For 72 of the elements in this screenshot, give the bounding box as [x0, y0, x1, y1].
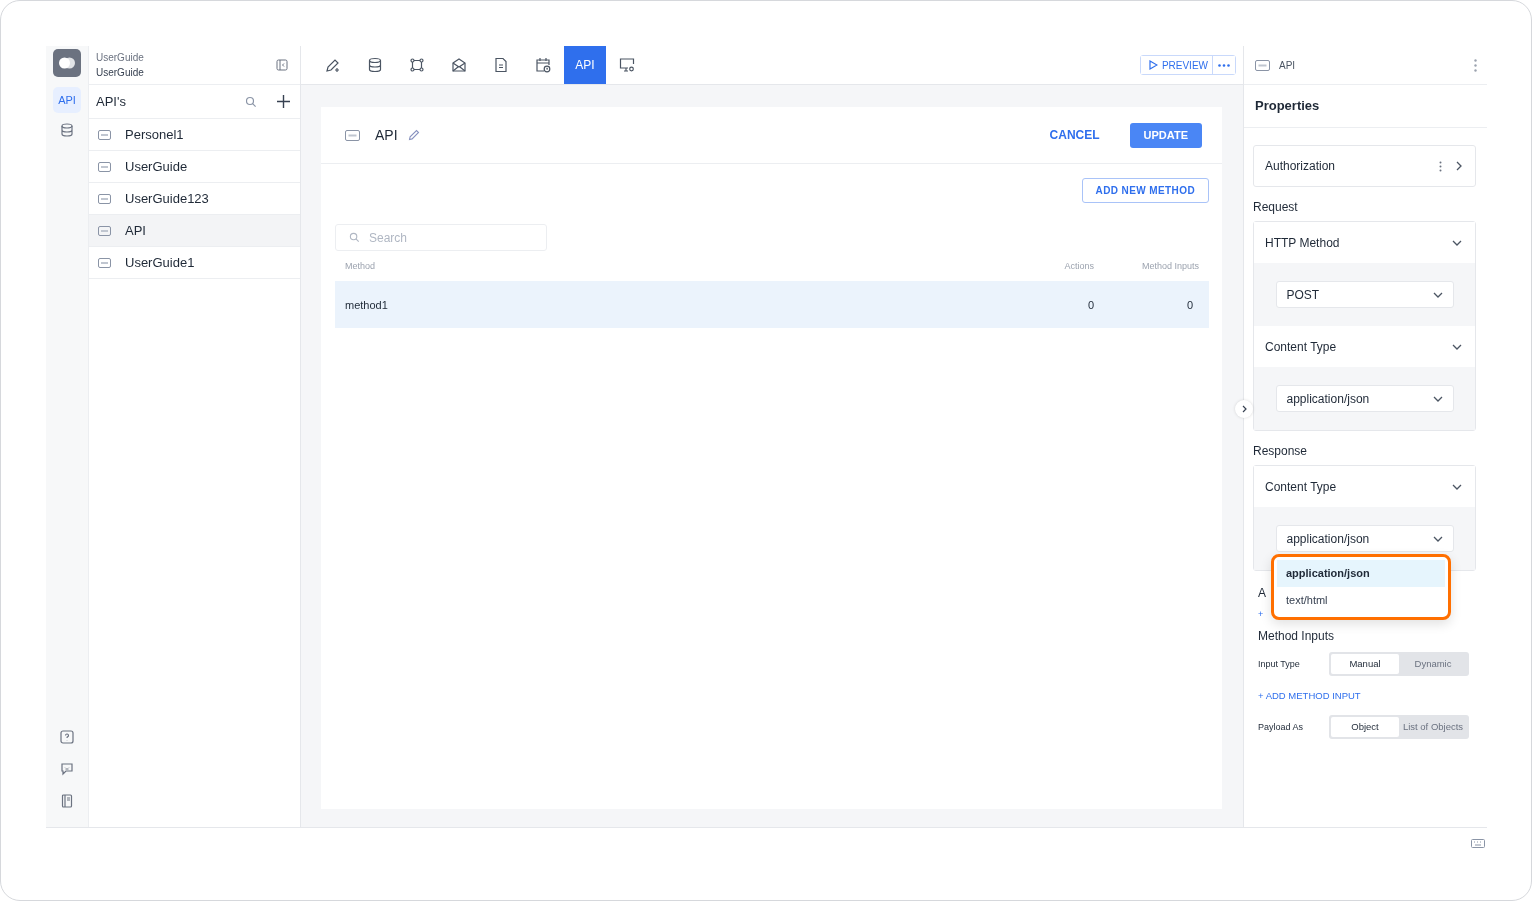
kebab-icon[interactable] [1474, 58, 1477, 72]
keyboard-icon[interactable] [1471, 838, 1485, 848]
select-field[interactable]: POST [1275, 281, 1454, 308]
search-icon [349, 232, 360, 243]
project-title: UserGuide [96, 66, 145, 80]
authorization-card[interactable]: Authorization [1253, 145, 1476, 187]
table-cell-text: 0 [1185, 298, 1194, 311]
chevron-down-icon [1452, 483, 1462, 490]
api-icon [345, 129, 360, 141]
toggle-option[interactable]: List of Objects [1399, 717, 1467, 737]
chevron-down-icon [1452, 343, 1462, 350]
toggle-option[interactable]: Dynamic [1399, 654, 1467, 674]
toggle-option[interactable]: Object [1331, 717, 1399, 737]
api-icon [98, 193, 111, 204]
add-method-input-link[interactable]: + ADD METHOD INPUT [1258, 690, 1476, 701]
select-field[interactable]: application/json [1275, 525, 1454, 552]
preview-button[interactable]: PREVIEW [1140, 56, 1213, 74]
search-field[interactable]: Search [335, 224, 547, 251]
api-icon [98, 161, 111, 172]
add-icon[interactable] [277, 95, 290, 108]
properties-title: Properties [1244, 85, 1487, 128]
authorization-label: Authorization [1265, 159, 1336, 173]
add-link[interactable]: + [1258, 609, 1264, 619]
section-label: A [1258, 586, 1266, 600]
panel-header-title: API [1279, 59, 1296, 71]
play-icon [1148, 60, 1158, 70]
section-label: Request [1253, 200, 1299, 214]
table-row[interactable]: method1 0 0 [335, 281, 1209, 328]
api-list-item[interactable]: API [89, 215, 300, 247]
api-icon [98, 129, 111, 140]
api-list-item[interactable]: Personel1 [89, 119, 300, 151]
method-inputs-title: Method Inputs [1257, 629, 1336, 643]
add-new-method-button[interactable]: ADD NEW METHOD [1081, 178, 1209, 203]
select-field[interactable]: application/json [1275, 385, 1454, 412]
expand-handle[interactable] [1235, 400, 1253, 418]
help-icon[interactable] [60, 730, 74, 744]
input-type-label: Input Type [1258, 659, 1301, 669]
chevron-right-icon[interactable] [1456, 161, 1462, 171]
section-label: Response [1253, 444, 1309, 458]
api-list-item[interactable]: UserGuide [89, 151, 300, 183]
api-icon [1255, 59, 1270, 71]
edit-icon[interactable] [407, 129, 420, 141]
toolbar-tab[interactable]: API [564, 46, 606, 84]
table-cell-text: method1 [345, 298, 389, 311]
chevron-down-icon [1432, 291, 1443, 298]
ellipsis-icon [1218, 63, 1230, 67]
app-logo[interactable] [53, 49, 81, 77]
chevron-down-icon [1452, 239, 1462, 246]
sidebar-title: API's [96, 94, 127, 109]
api-list-item[interactable]: UserGuide1 [89, 247, 300, 279]
api-title: API [375, 127, 398, 143]
dropdown-option[interactable]: text/html [1277, 587, 1445, 614]
book-icon[interactable] [60, 794, 74, 808]
api-icon [98, 225, 111, 236]
payload-as-label: Payload As [1258, 722, 1305, 732]
kebab-icon[interactable] [1439, 160, 1442, 172]
chevron-down-icon [1432, 535, 1443, 542]
search-icon[interactable] [245, 95, 257, 108]
column-header: Actions [1063, 261, 1094, 271]
cancel-button[interactable]: CANCEL [1043, 127, 1106, 143]
table-cell-text: 0 [1086, 298, 1094, 311]
project-subtitle: UserGuide [96, 51, 145, 65]
chat-icon[interactable] [60, 762, 74, 776]
api-icon [98, 257, 111, 268]
column-header: Method [345, 261, 377, 271]
rail-tab[interactable]: API [53, 87, 81, 113]
chevron-right-icon [1241, 405, 1247, 413]
chevron-down-icon [1432, 395, 1443, 402]
toggle-option[interactable]: Manual [1331, 654, 1399, 674]
dropdown-option[interactable]: application/json [1277, 560, 1445, 587]
column-header: Method Inputs [1140, 261, 1199, 271]
collapse-sidebar-icon[interactable] [276, 59, 288, 71]
